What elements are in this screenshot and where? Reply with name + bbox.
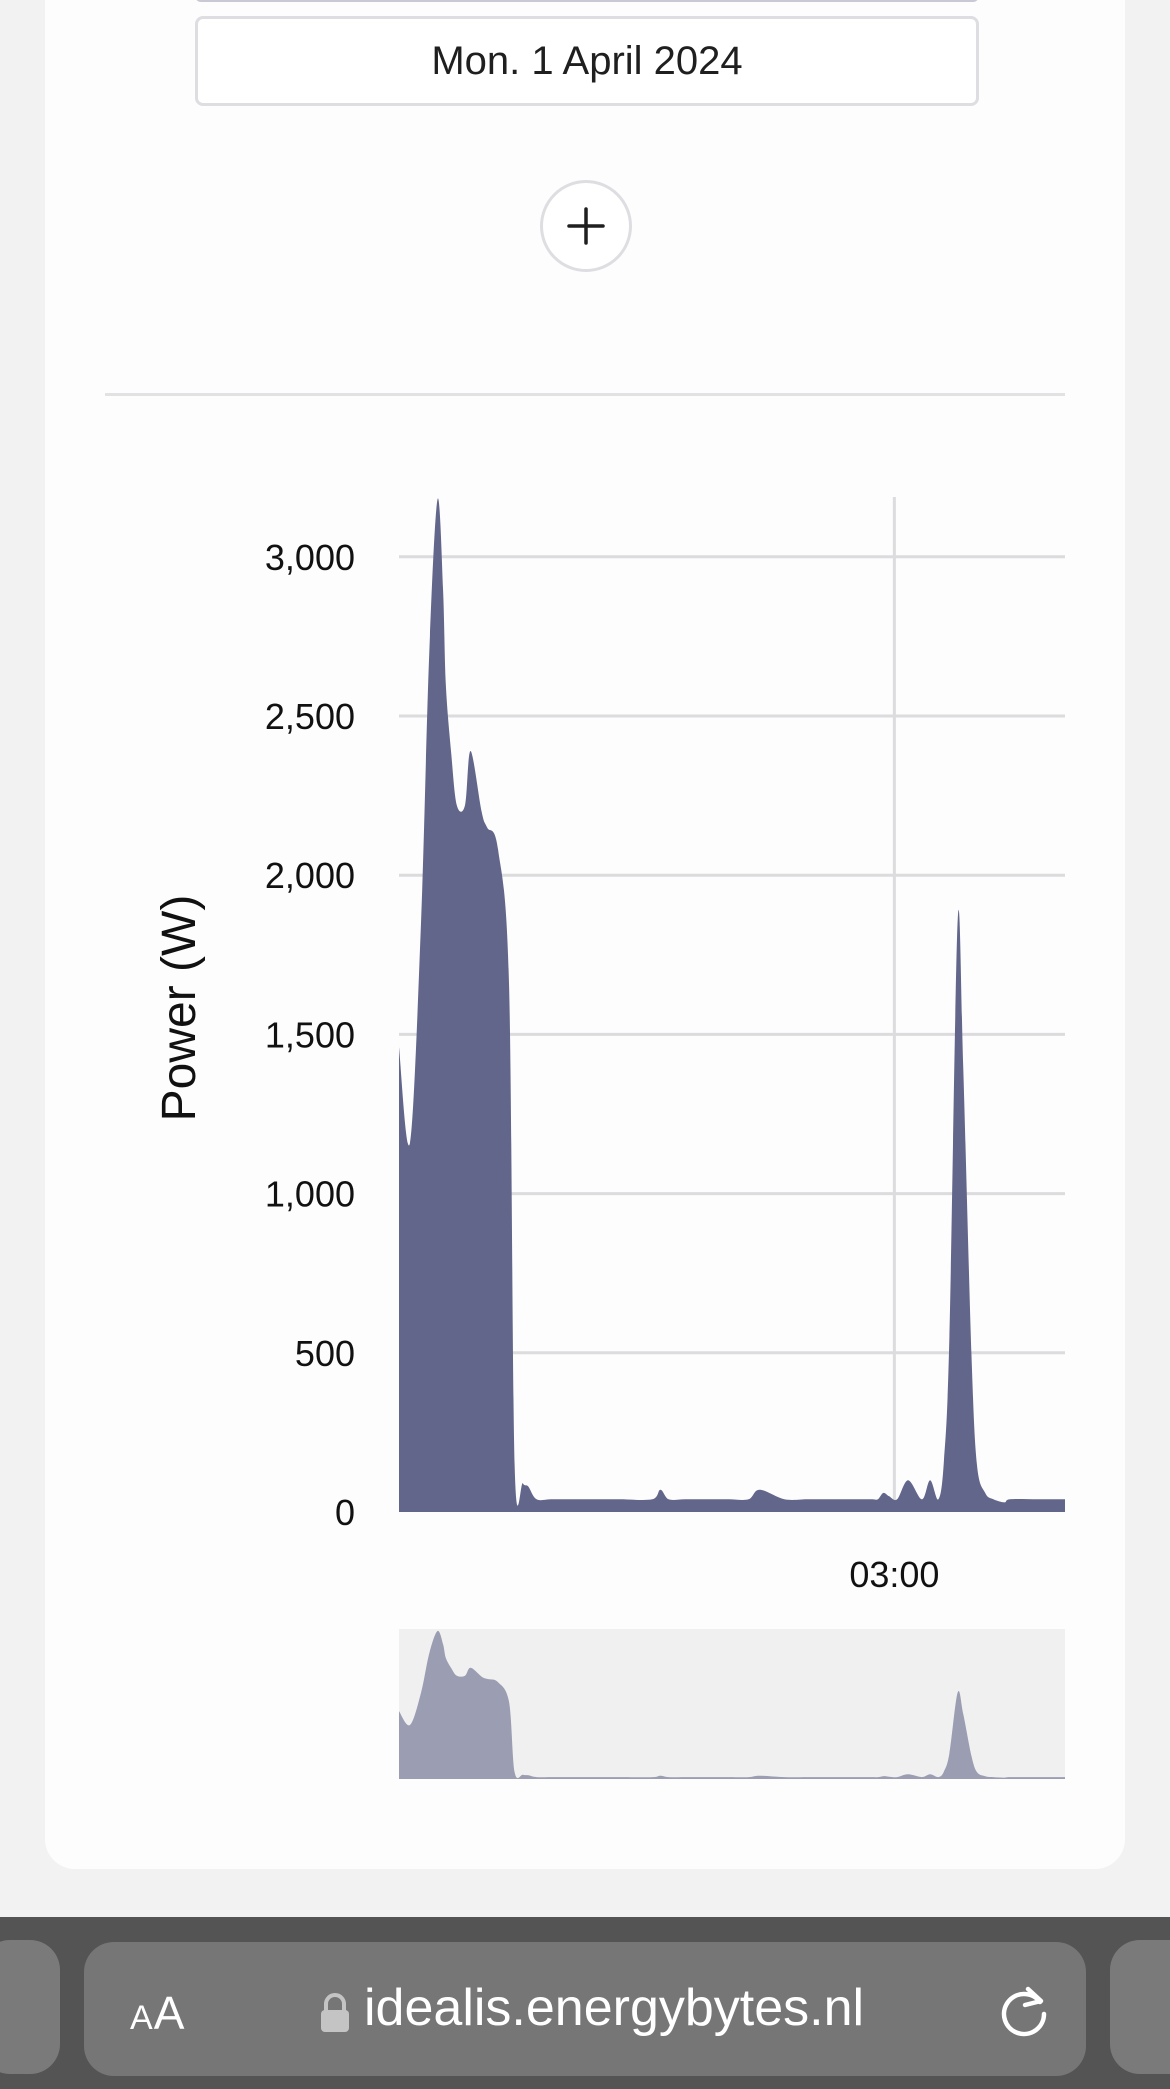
address-bar[interactable]: AA idealis.energybytes.nl <box>84 1942 1086 2076</box>
y-tick-label: 0 <box>335 1492 355 1533</box>
power-chart[interactable]: 0 500 1,000 1,500 2,000 2,500 3,000 03:00 Powe… <box>0 0 1170 1800</box>
x-axis-ticks: 03:00 <box>849 1554 939 1595</box>
lock-icon <box>321 1993 349 2032</box>
previous-tab-preview[interactable] <box>0 1940 60 2074</box>
y-tick-label: 1,500 <box>265 1014 355 1055</box>
y-tick-label: 500 <box>295 1333 355 1374</box>
reload-icon[interactable] <box>994 1980 1054 2040</box>
y-axis-label: Power (W) <box>153 895 206 1122</box>
y-tick-label: 2,500 <box>265 696 355 737</box>
browser-toolbar: AA idealis.energybytes.nl <box>0 1917 1170 2089</box>
y-tick-label: 1,000 <box>265 1174 355 1215</box>
y-tick-label: 3,000 <box>265 537 355 578</box>
y-axis-ticks: 0 500 1,000 1,500 2,000 2,500 3,000 <box>265 537 355 1533</box>
x-tick-label: 03:00 <box>849 1554 939 1595</box>
y-tick-label: 2,000 <box>265 855 355 896</box>
power-area-series <box>399 498 1065 1512</box>
text-size-button[interactable]: AA <box>130 1986 185 2040</box>
url-text: idealis.energybytes.nl <box>364 1979 865 2037</box>
next-tab-preview[interactable] <box>1110 1940 1170 2074</box>
